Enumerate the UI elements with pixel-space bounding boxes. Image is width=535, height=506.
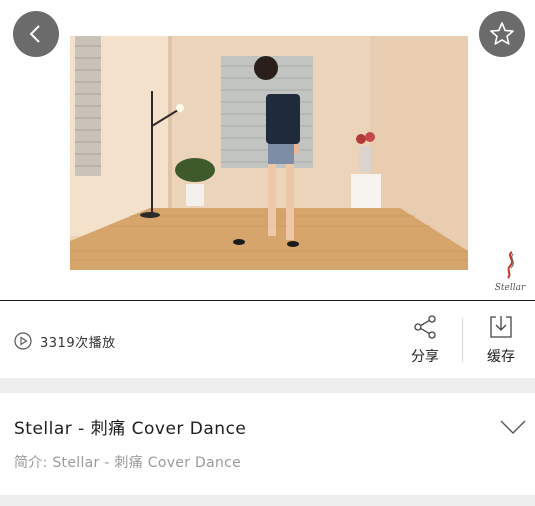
share-button[interactable]: 分享 <box>405 314 445 370</box>
play-count-text: 3319次播放 <box>40 335 116 351</box>
video-still-image <box>70 36 468 270</box>
share-icon <box>414 315 436 339</box>
back-button[interactable] <box>13 11 59 57</box>
section-separator <box>0 378 535 393</box>
video-player[interactable]: Stellar <box>0 0 535 300</box>
play-count: 3319次播放 <box>14 331 116 351</box>
cache-label: 缓存 <box>487 349 515 365</box>
video-title: Stellar - 刺痛 Cover Dance <box>14 419 247 439</box>
share-label: 分享 <box>411 349 439 365</box>
video-info-section <box>0 393 535 495</box>
expand-description-button[interactable] <box>499 418 527 436</box>
star-icon <box>490 22 514 45</box>
play-circle-icon <box>14 332 32 350</box>
download-icon <box>490 316 512 338</box>
video-description: 简介: Stellar - 刺痛 Cover Dance <box>14 455 242 471</box>
video-frame[interactable] <box>70 36 468 270</box>
chevron-down-icon <box>500 420 526 434</box>
watermark-text: Stellar <box>495 283 526 293</box>
action-separator <box>462 318 463 362</box>
bottom-separator <box>0 495 535 506</box>
stellar-logo-watermark: Stellar <box>495 251 526 293</box>
cache-button[interactable]: 缓存 <box>481 314 521 370</box>
chevron-left-icon <box>29 25 40 43</box>
favorite-button[interactable] <box>479 11 525 57</box>
